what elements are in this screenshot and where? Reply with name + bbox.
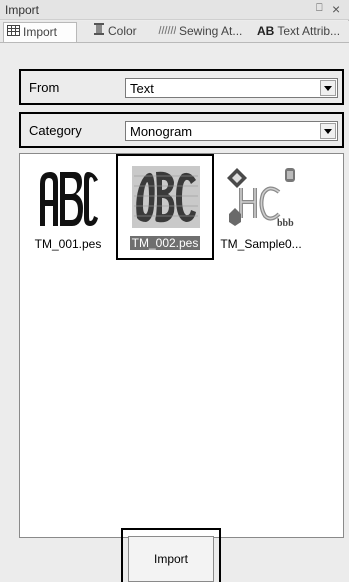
spool-icon: [93, 22, 105, 41]
tab-import[interactable]: Import: [3, 22, 77, 42]
close-icon[interactable]: ×: [332, 1, 340, 17]
monogram-sample-thumbnail: bbb: [227, 168, 295, 229]
svg-text:bbb: bbb: [277, 218, 294, 229]
category-label: Category: [29, 123, 82, 138]
chevron-down-icon: [324, 86, 332, 91]
panel-title: Import: [5, 3, 40, 17]
stitch-icon: [158, 22, 177, 41]
tab-sewing-attributes[interactable]: Sewing At...: [155, 22, 251, 42]
gallery-item-tm002[interactable]: TM_002.pes: [116, 154, 214, 260]
from-dropdown-button[interactable]: [320, 80, 336, 96]
import-content: From Text Category Monogram TM_001.pes T…: [0, 43, 349, 582]
gallery-item-name: TM_Sample0...: [220, 237, 302, 251]
from-dropdown[interactable]: Text: [125, 78, 338, 98]
pin-icon[interactable]: ⎕: [316, 2, 323, 15]
import-button[interactable]: Import: [128, 536, 214, 582]
tab-import-label: Import: [23, 25, 58, 39]
gallery-item-tm-sample[interactable]: bbb TM_Sample0...: [215, 160, 307, 258]
category-dropdown-button[interactable]: [320, 123, 336, 139]
tab-text-attributes[interactable]: AB Text Attrib...: [254, 22, 349, 42]
gallery-item-tm001[interactable]: TM_001.pes: [22, 160, 114, 258]
from-row: From Text: [19, 69, 344, 105]
tab-color-label: Color: [108, 24, 137, 38]
category-dropdown[interactable]: Monogram: [125, 121, 338, 141]
panel-titlebar: Import ⎕ ×: [0, 0, 349, 20]
gallery-item-name: TM_001.pes: [34, 237, 102, 251]
pattern-gallery: TM_001.pes TM_002.pes bbb TM_Sample0...: [19, 153, 344, 538]
monogram-abc-script-thumbnail: [134, 171, 198, 223]
category-row: Category Monogram: [19, 112, 344, 148]
category-value: Monogram: [130, 124, 193, 139]
monogram-abc-thumbnail: [40, 172, 98, 226]
text-ab-icon: AB: [257, 24, 275, 38]
tab-sewing-label: Sewing At...: [179, 24, 243, 38]
tab-text-label: Text Attrib...: [277, 24, 341, 38]
from-value: Text: [130, 81, 154, 96]
from-label: From: [29, 80, 60, 95]
tab-color[interactable]: Color: [90, 22, 150, 42]
tab-bar: Import Color Sewing At... AB Text Attrib.…: [0, 21, 349, 43]
chevron-down-icon: [324, 129, 332, 134]
import-grid-icon: [7, 23, 20, 42]
gallery-item-name: TM_002.pes: [129, 236, 201, 250]
